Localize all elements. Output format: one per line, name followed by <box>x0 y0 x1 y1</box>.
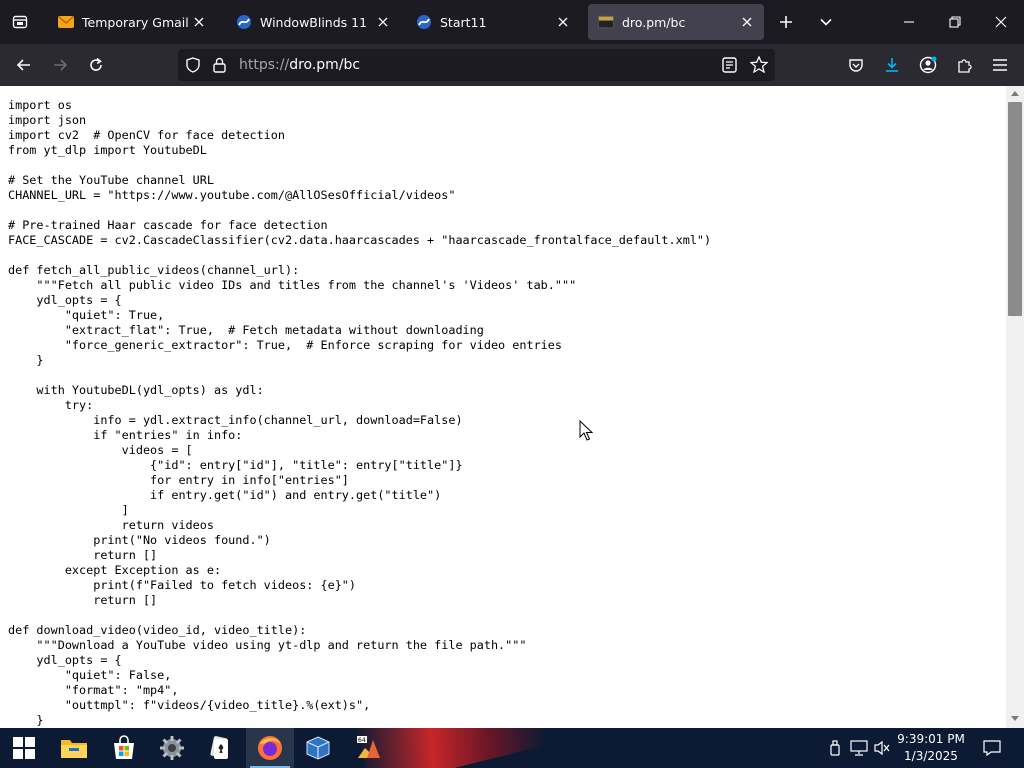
firefox-view-button[interactable] <box>0 0 40 44</box>
svg-text:64: 64 <box>358 737 366 744</box>
bookmark-star-icon[interactable] <box>749 55 769 77</box>
download-icon <box>886 58 898 72</box>
minimize-button[interactable] <box>886 0 932 44</box>
matlab-icon: 64 <box>357 736 380 758</box>
start-icon <box>13 737 35 759</box>
navigation-toolbar: https://dro.pm/bc <box>0 44 1024 86</box>
page-content[interactable]: import os import json import cv2 # OpenC… <box>0 86 1006 728</box>
close-icon <box>378 17 388 27</box>
clock-date: 1/3/2025 <box>904 749 958 763</box>
menu-button[interactable] <box>984 49 1016 81</box>
back-button[interactable] <box>8 49 40 81</box>
taskbar-microsoft-store[interactable] <box>100 728 148 768</box>
mouse-cursor-icon <box>579 420 593 441</box>
taskbar-firefox[interactable] <box>246 728 294 768</box>
arrow-left-icon <box>16 59 30 71</box>
tab-start11[interactable]: Start11 <box>402 4 580 40</box>
tab-temporary-gmail[interactable]: Temporary Gmail Acco <box>44 4 216 40</box>
reload-icon <box>90 57 102 71</box>
close-icon <box>194 17 204 27</box>
solitaire-icon <box>210 736 228 759</box>
taskbar-virtualbox[interactable] <box>294 728 342 768</box>
page-thumbnail-icon <box>598 14 614 30</box>
puzzle-piece-icon <box>958 59 972 73</box>
arrow-right-icon <box>54 59 68 71</box>
extensions-button[interactable] <box>948 49 980 81</box>
code-text: import os import json import cv2 # OpenC… <box>8 98 712 727</box>
taskbar-matlab[interactable]: 64 <box>344 728 392 768</box>
start-button[interactable] <box>0 728 48 768</box>
scroll-down-arrow-icon[interactable] <box>1011 716 1019 722</box>
pocket-button[interactable] <box>840 49 872 81</box>
tab-title: Start11 <box>440 14 487 30</box>
network-tray[interactable] <box>848 728 870 768</box>
clock-time: 9:39:01 PM <box>897 732 965 746</box>
scroll-up-arrow-icon[interactable] <box>1011 90 1019 96</box>
downloads-button[interactable] <box>876 49 908 81</box>
close-window-button[interactable] <box>978 0 1024 44</box>
virtualbox-icon <box>306 736 330 760</box>
windows-taskbar: 64 9:39:01 PM 1/3/2025 <box>0 728 1024 768</box>
stardock-icon <box>416 14 432 30</box>
reload-button[interactable] <box>80 49 112 81</box>
url-host: dro.pm/bc <box>289 57 361 73</box>
close-icon <box>995 16 1007 28</box>
gmail-envelope-icon <box>58 14 74 30</box>
usb-icon <box>830 740 840 756</box>
stardock-icon <box>236 14 252 30</box>
scrollbar-thumb[interactable] <box>1008 102 1022 316</box>
taskbar-settings[interactable] <box>148 728 196 768</box>
firefox-icon <box>258 736 282 760</box>
network-icon <box>850 740 868 756</box>
tab-title: Temporary Gmail Acco <box>82 14 188 30</box>
reader-view-icon[interactable] <box>722 57 737 77</box>
firefox-view-icon <box>12 15 28 29</box>
close-icon <box>558 17 568 27</box>
minimize-icon <box>904 21 914 23</box>
close-icon <box>742 17 752 27</box>
tab-windowblinds[interactable]: WindowBlinds 11 <box>222 4 400 40</box>
list-all-tabs-button[interactable] <box>808 0 844 44</box>
tab-close-button[interactable] <box>736 11 758 33</box>
microsoft-store-icon <box>114 735 134 759</box>
chevron-down-icon <box>820 18 832 26</box>
tab-bar: Temporary Gmail Acco WindowBlinds 11 Sta… <box>0 0 1024 44</box>
plus-icon <box>780 16 792 28</box>
lock-icon[interactable] <box>213 57 226 77</box>
tab-title: dro.pm/bc <box>622 14 686 30</box>
notification-icon <box>983 740 1001 756</box>
new-tab-button[interactable] <box>768 0 804 44</box>
account-avatar-icon <box>919 56 937 74</box>
tab-close-button[interactable] <box>552 11 574 33</box>
restore-button[interactable] <box>932 0 978 44</box>
tracking-protection-shield-icon[interactable] <box>186 57 200 77</box>
account-button[interactable] <box>912 49 944 81</box>
system-clock[interactable]: 9:39:01 PM 1/3/2025 <box>890 731 972 765</box>
hamburger-menu-icon <box>993 59 1007 71</box>
tab-dro-pm[interactable]: dro.pm/bc <box>588 4 764 40</box>
tab-close-button[interactable] <box>188 11 210 33</box>
url-text[interactable]: https://dro.pm/bc <box>239 57 360 73</box>
usb-device-tray[interactable] <box>824 728 846 768</box>
address-bar[interactable]: https://dro.pm/bc <box>178 49 775 81</box>
tab-title: WindowBlinds 11 <box>260 14 368 30</box>
tab-close-button[interactable] <box>372 11 394 33</box>
taskbar-solitaire[interactable] <box>196 728 244 768</box>
file-explorer-icon <box>61 740 87 758</box>
forward-button[interactable] <box>44 49 76 81</box>
vertical-scrollbar[interactable] <box>1006 86 1024 728</box>
url-scheme: https:// <box>239 57 290 73</box>
settings-gear-icon <box>160 736 184 760</box>
taskbar-file-explorer[interactable] <box>50 728 98 768</box>
restore-icon <box>949 16 961 28</box>
notification-center[interactable] <box>980 728 1004 768</box>
pocket-icon <box>849 59 863 72</box>
volume-muted-icon <box>874 740 890 756</box>
